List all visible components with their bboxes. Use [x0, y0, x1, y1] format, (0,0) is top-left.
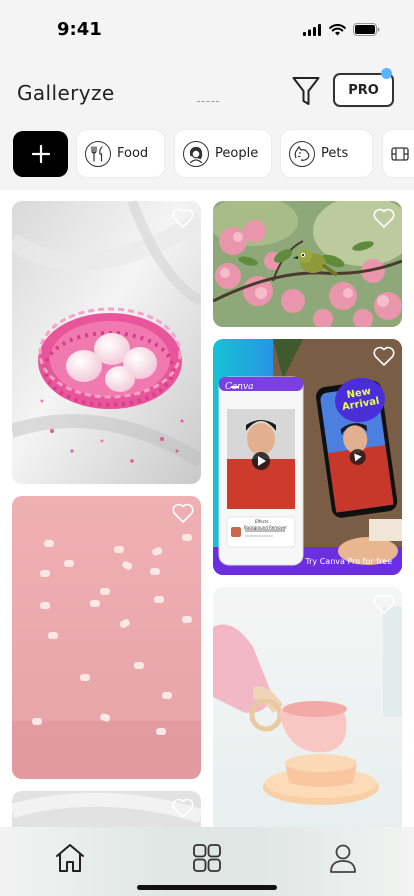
- chip-food[interactable]: Food: [77, 130, 164, 177]
- chip-people[interactable]: People: [175, 130, 271, 177]
- photo-pink-candies: [12, 496, 201, 779]
- plus-icon: [31, 145, 50, 163]
- photo-card-cup[interactable]: [213, 587, 402, 832]
- cellular-signal-icon: [303, 23, 321, 36]
- heart-icon[interactable]: [171, 502, 195, 524]
- canva-brand: Canva: [225, 382, 254, 392]
- heart-icon[interactable]: [372, 593, 396, 615]
- pet-icon: [294, 145, 310, 161]
- heart-icon[interactable]: [171, 797, 195, 819]
- heart-icon[interactable]: [171, 207, 195, 229]
- home-indicator: [137, 885, 277, 890]
- photo-pink-eggs-nest: [12, 201, 201, 484]
- photo-pink-cup: [213, 587, 402, 832]
- photo-card-canva-ad[interactable]: Canva New Arrival Effects Background Rem…: [213, 339, 402, 575]
- chip-people-label: People: [215, 146, 259, 161]
- heart-icon[interactable]: [372, 207, 396, 229]
- fork-knife-icon: [91, 145, 103, 162]
- profile-icon[interactable]: [326, 841, 360, 875]
- person-icon: [189, 146, 203, 163]
- chip-pets[interactable]: Pets: [281, 130, 372, 177]
- film-icon: [391, 146, 409, 161]
- status-bar: 9:41: [0, 0, 414, 60]
- filter-funnel-icon[interactable]: [291, 75, 321, 107]
- pro-label: PRO: [348, 82, 379, 98]
- title-divider: [197, 101, 219, 103]
- category-bar: Food People Pets: [0, 129, 414, 179]
- wifi-icon: [329, 23, 346, 35]
- chip-food-label: Food: [117, 146, 149, 161]
- chip-pets-label: Pets: [321, 146, 349, 161]
- heart-icon[interactable]: [372, 345, 396, 367]
- add-category-button[interactable]: [13, 131, 68, 177]
- canva-promo-image: [213, 339, 402, 575]
- canva-panel-title: Effects: [255, 519, 269, 524]
- status-time: 9:41: [57, 19, 102, 40]
- app-title: Galleryze: [17, 81, 115, 105]
- status-icons: [303, 23, 380, 36]
- battery-icon: [353, 23, 380, 36]
- canva-cta: Try Canva Pro for free: [305, 557, 392, 566]
- home-icon[interactable]: [53, 841, 87, 875]
- grid-icon[interactable]: [190, 841, 224, 875]
- pro-notification-dot: [381, 68, 392, 79]
- photo-card-nest[interactable]: [12, 201, 201, 484]
- chip-video[interactable]: [383, 130, 414, 177]
- photo-card-candies[interactable]: [12, 496, 201, 779]
- canva-panel-item: Background Remover: [244, 525, 288, 530]
